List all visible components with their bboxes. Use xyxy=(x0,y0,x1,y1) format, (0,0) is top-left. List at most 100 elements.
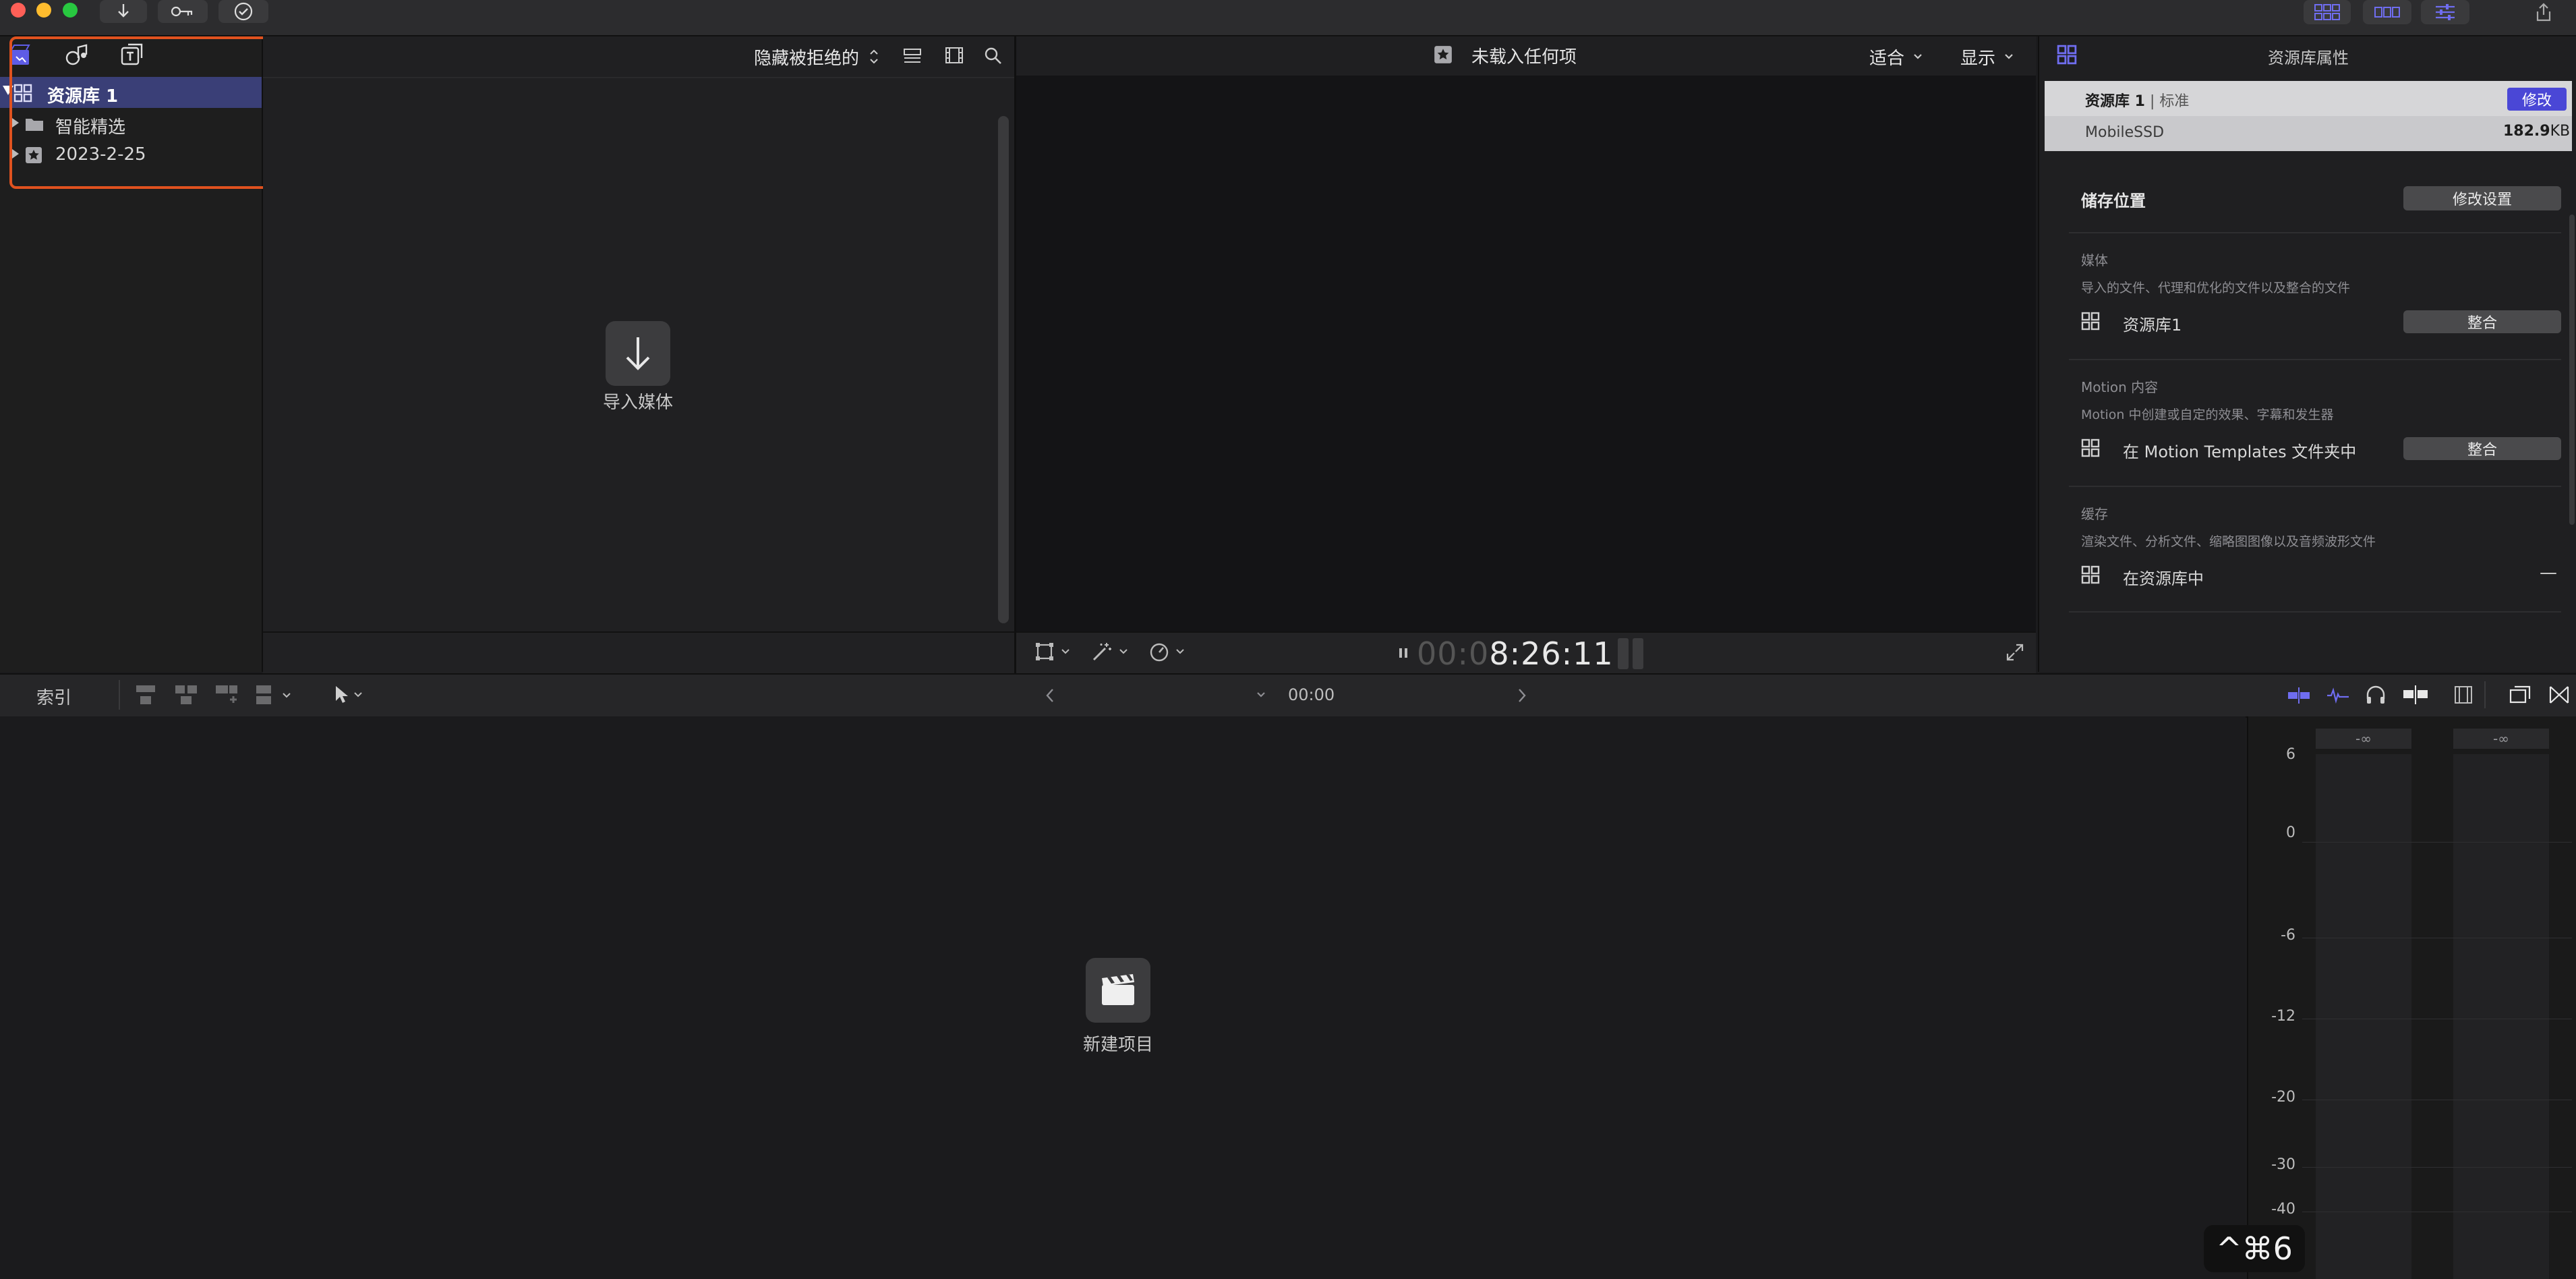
browser-scrollbar[interactable] xyxy=(998,116,1009,623)
library-name: 资源库 1 xyxy=(2085,93,2145,110)
snapping-icon[interactable] xyxy=(2402,684,2429,706)
show-browser-button[interactable] xyxy=(2304,0,2351,24)
motion-heading: Motion 内容 xyxy=(2081,379,2159,395)
show-timeline-button[interactable] xyxy=(2363,0,2411,24)
chevron-down-icon xyxy=(1061,649,1070,654)
view-label: 显示 xyxy=(1960,48,1996,69)
viewer-controls: 00:08:26:11 xyxy=(1016,631,2036,673)
overwrite-clip-icon xyxy=(256,685,271,704)
share-button[interactable] xyxy=(2530,0,2557,24)
timeline-timecode: 00:00 xyxy=(1288,685,1335,704)
audio-meter-mini-left[interactable] xyxy=(1618,638,1629,669)
clip-filter-label: 隐藏被拒绝的 xyxy=(754,48,860,69)
close-window-button[interactable] xyxy=(11,3,26,18)
meter-tick: 6 xyxy=(2286,746,2295,763)
library-type: 标准 xyxy=(2159,93,2190,110)
media-description: 导入的文件、代理和优化的文件以及整合的文件 xyxy=(2081,281,2351,295)
arrow-pointer-icon xyxy=(336,686,348,703)
speedometer-icon xyxy=(1150,643,1169,662)
checkmark-circle-icon xyxy=(234,2,253,21)
fullscreen-button[interactable] xyxy=(2005,642,2025,662)
meter-tick: -40 xyxy=(2271,1201,2295,1218)
search-icon xyxy=(985,47,1001,64)
new-project-label: 新建项目 xyxy=(1082,1035,1153,1055)
chevron-left-icon[interactable] xyxy=(1044,687,1056,704)
import-media-placeholder-button[interactable] xyxy=(606,321,670,386)
download-arrow-icon xyxy=(118,4,129,18)
append-clip-icon[interactable] xyxy=(214,684,239,707)
effects-browser-icon[interactable] xyxy=(2548,684,2571,706)
browser-grid-icon xyxy=(2314,4,2340,20)
chevron-down-icon[interactable] xyxy=(1256,691,1266,699)
consolidate-motion-button[interactable]: 整合 xyxy=(2403,437,2561,460)
retime-popup[interactable] xyxy=(1148,641,1185,662)
modify-settings-button[interactable]: 修改设置 xyxy=(2403,186,2561,210)
title-bar xyxy=(0,0,2576,36)
import-media-button[interactable] xyxy=(100,0,147,23)
magic-wand-icon xyxy=(1092,643,1111,661)
cache-location: 在资源库中 xyxy=(2123,569,2204,588)
inspector-title: 资源库属性 xyxy=(2268,49,2349,67)
timeline: 新建项目 xyxy=(0,716,2246,1279)
audio-skimming-icon[interactable] xyxy=(2325,685,2351,706)
inspector-scrollbar[interactable] xyxy=(2569,215,2575,525)
library-inspector: 资源库属性 资源库 1 | 标准 修改 MobileSSD 182.9KB 储存… xyxy=(2038,36,2576,672)
keyword-editor-button[interactable] xyxy=(158,0,208,23)
zoom-window-button[interactable] xyxy=(63,3,78,18)
library-grid-icon xyxy=(2081,438,2100,457)
chevron-down-icon xyxy=(2005,54,2013,59)
download-arrow-icon xyxy=(626,337,650,370)
tool-select-popup[interactable] xyxy=(333,684,363,706)
timecode-dim: 00:0 xyxy=(1417,635,1490,672)
background-tasks-button[interactable] xyxy=(218,0,268,23)
insert-clip-icon[interactable] xyxy=(174,684,198,707)
clip-appearance-button[interactable] xyxy=(902,47,923,65)
import-media-label: 导入媒体 xyxy=(602,393,673,413)
timeline-index-button[interactable]: 索引 xyxy=(36,684,71,709)
audio-meter-mini-right[interactable] xyxy=(1633,638,1643,669)
transform-popup[interactable] xyxy=(1034,641,1070,662)
expand-arrows-icon xyxy=(2006,644,2024,661)
overwrite-clip-popup[interactable] xyxy=(255,684,291,707)
clip-appearance-icon[interactable] xyxy=(2453,684,2473,706)
headphones-icon[interactable] xyxy=(2364,684,2387,706)
chevron-down-icon xyxy=(1119,649,1128,654)
connect-clip-icon[interactable] xyxy=(134,684,158,707)
zoom-fit-popup[interactable]: 适合 xyxy=(1869,43,1923,70)
motion-description: Motion 中创建或自定的效果、字幕和发生器 xyxy=(2081,407,2334,422)
peak-right: -∞ xyxy=(2453,729,2549,749)
divider xyxy=(2069,611,2561,613)
viewer-title: 未载入任何项 xyxy=(1471,47,1577,67)
show-inspector-button[interactable] xyxy=(2421,0,2469,24)
meter-tick: -12 xyxy=(2271,1008,2295,1025)
viewer: 未载入任何项 适合 显示 xyxy=(1016,36,2036,631)
view-options-popup[interactable]: 显示 xyxy=(1960,43,2014,70)
event-star-icon xyxy=(1434,46,1452,63)
minimize-window-button[interactable] xyxy=(36,3,51,18)
library-size-value: 182.9 xyxy=(2503,123,2550,140)
library-name-line: 资源库 1 | 标准 xyxy=(2085,93,2190,110)
video-skimming-icon[interactable] xyxy=(2286,685,2312,706)
cache-description: 渲染文件、分析文件、缩略图图像以及音频波形文件 xyxy=(2081,534,2376,549)
enhancements-popup[interactable] xyxy=(1090,641,1128,662)
timeline-toolbar: 索引 00:00 xyxy=(0,673,2576,718)
peak-left: -∞ xyxy=(2316,729,2411,749)
new-project-button[interactable] xyxy=(1086,958,1150,1023)
filmstrip-icon xyxy=(945,47,963,63)
search-button[interactable] xyxy=(983,46,1003,66)
consolidate-media-button[interactable]: 整合 xyxy=(2403,310,2561,333)
clip-filter-popup[interactable]: 隐藏被拒绝的 xyxy=(754,43,879,70)
browser-footer xyxy=(263,631,1016,673)
dashboard-timecode[interactable]: 00:08:26:11 xyxy=(1417,635,1614,672)
divider xyxy=(2069,359,2561,360)
chevron-down-icon xyxy=(283,693,291,698)
media-browser: 隐藏被拒绝的 导入媒体 xyxy=(263,36,1016,631)
modify-button[interactable]: 修改 xyxy=(2507,88,2567,111)
play-pause-button[interactable] xyxy=(1397,638,1410,668)
library-summary-panel: 资源库 1 | 标准 修改 MobileSSD 182.9KB xyxy=(2045,81,2572,151)
chevron-right-icon[interactable] xyxy=(1516,687,1528,704)
timeline-index-icon[interactable] xyxy=(2509,684,2531,706)
filmstrip-view-button[interactable] xyxy=(944,46,964,65)
clapperboard-icon xyxy=(1102,974,1134,1005)
meter-left-channel xyxy=(2316,754,2411,1279)
